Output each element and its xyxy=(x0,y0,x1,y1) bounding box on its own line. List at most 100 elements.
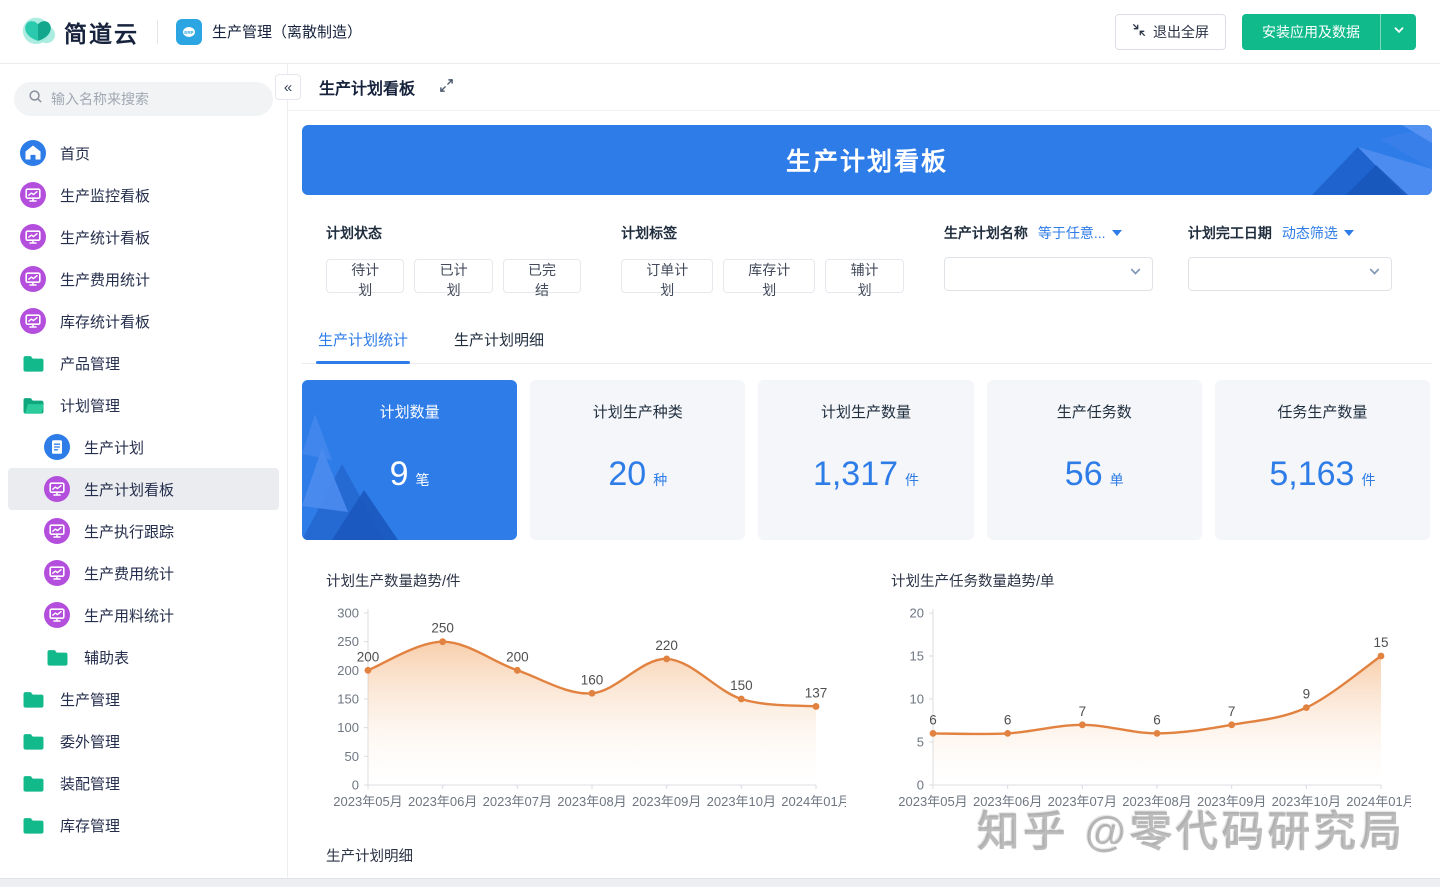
finish-date-select[interactable] xyxy=(1188,257,1392,291)
area-chart-plan-qty: 0501001502002503002023年05月2023年06月2023年0… xyxy=(326,600,867,823)
svg-text:300: 300 xyxy=(337,606,359,621)
date-filter-mode-link[interactable]: 动态筛选 xyxy=(1282,223,1354,243)
bottom-edge-strip xyxy=(0,878,1440,887)
svg-text:2024年01月: 2024年01月 xyxy=(781,794,846,809)
folder-icon xyxy=(20,770,46,796)
svg-text:7: 7 xyxy=(1228,704,1236,719)
dashboard-icon xyxy=(44,476,70,502)
tab-bar: 生产计划统计生产计划明细 xyxy=(302,319,1432,364)
install-app-button[interactable]: 安装应用及数据 xyxy=(1242,14,1380,50)
filter-group-status: 计划状态 待计划已计划已完结 xyxy=(326,223,581,293)
chart-title: 计划生产任务数量趋势/单 xyxy=(891,570,1432,591)
svg-text:15: 15 xyxy=(910,649,924,664)
exit-fullscreen-button[interactable]: 退出全屏 xyxy=(1115,14,1226,50)
sidebar-item-16[interactable]: 库存管理 xyxy=(8,804,279,846)
svg-text:160: 160 xyxy=(581,672,604,687)
svg-text:20: 20 xyxy=(910,606,924,621)
dashboard-icon xyxy=(20,224,46,250)
sidebar-item-14[interactable]: 委外管理 xyxy=(8,720,279,762)
svg-text:200: 200 xyxy=(337,663,359,678)
svg-text:2023年06月: 2023年06月 xyxy=(408,794,477,809)
breadcrumb: « 生产计划看板 xyxy=(288,64,1440,111)
header-divider xyxy=(157,20,158,44)
dashboard-icon xyxy=(44,602,70,628)
tab-1[interactable]: 生产计划明细 xyxy=(452,319,546,363)
chevron-down-icon xyxy=(1368,265,1381,283)
sidebar-item-13[interactable]: 生产管理 xyxy=(8,678,279,720)
fullscreen-expand-button[interactable] xyxy=(439,78,454,96)
dashboard-icon xyxy=(20,308,46,334)
sidebar-item-5[interactable]: 产品管理 xyxy=(8,342,279,384)
sidebar-item-8[interactable]: 生产计划看板 xyxy=(8,468,279,510)
sidebar-item-3[interactable]: 生产费用统计 xyxy=(8,258,279,300)
brand-logo[interactable]: 简道云 xyxy=(20,11,139,52)
svg-text:2023年05月: 2023年05月 xyxy=(333,794,402,809)
svg-text:2023年07月: 2023年07月 xyxy=(483,794,552,809)
svg-text:150: 150 xyxy=(730,678,753,693)
stat-card-value: 56 xyxy=(1065,455,1103,493)
svg-text:50: 50 xyxy=(345,749,359,764)
folder-icon xyxy=(20,686,46,712)
svg-text:2023年07月: 2023年07月 xyxy=(1048,794,1117,809)
filter-label: 计划状态 xyxy=(326,223,581,243)
jiandaoyun-leaf-logo-icon xyxy=(20,11,56,52)
svg-text:2023年09月: 2023年09月 xyxy=(1197,794,1266,809)
svg-text:0: 0 xyxy=(352,778,359,793)
plan-name-select[interactable] xyxy=(944,257,1153,291)
sidebar-search[interactable] xyxy=(14,82,273,116)
sidebar-item-9[interactable]: 生产执行跟踪 xyxy=(8,510,279,552)
folder-icon xyxy=(44,644,70,670)
svg-text:6: 6 xyxy=(929,712,937,727)
sidebar-item-1[interactable]: 生产监控看板 xyxy=(8,174,279,216)
dashboard-content: 生产计划看板 计划状态 待计划已计划已完结 计划标签 订单计划库存计划辅计划 生… xyxy=(288,111,1440,878)
stat-card-3[interactable]: 生产任务数 56单 xyxy=(987,380,1202,540)
sidebar-item-2[interactable]: 生产统计看板 xyxy=(8,216,279,258)
stat-card-2[interactable]: 计划生产数量 1,317件 xyxy=(758,380,973,540)
chevron-down-icon xyxy=(1129,265,1142,283)
sidebar-collapse-button[interactable]: « xyxy=(275,74,301,100)
stat-card-0[interactable]: 计划数量 9笔 xyxy=(302,380,517,540)
filter-group-plan-name: 生产计划名称 等于任意... xyxy=(944,223,1153,291)
filter-option-button[interactable]: 库存计划 xyxy=(723,259,815,293)
app-icon: ERP xyxy=(176,19,202,45)
filter-option-button[interactable]: 订单计划 xyxy=(621,259,713,293)
chevron-down-icon xyxy=(1393,23,1405,41)
svg-text:2023年08月: 2023年08月 xyxy=(1122,794,1191,809)
folder-icon xyxy=(20,350,46,376)
dashboard-icon xyxy=(44,518,70,544)
filter-label: 计划完工日期 xyxy=(1188,223,1272,243)
svg-text:7: 7 xyxy=(1079,704,1087,719)
sidebar: 首页 生产监控看板 生产统计看板 生产费用统计 库存统计看板 产品管理 计划管理… xyxy=(0,64,288,878)
sidebar-item-6[interactable]: 计划管理 xyxy=(8,384,279,426)
stat-card-4[interactable]: 任务生产数量 5,163件 xyxy=(1215,380,1430,540)
search-input[interactable] xyxy=(51,91,259,107)
filter-label: 生产计划名称 xyxy=(944,223,1028,243)
stat-card-label: 生产任务数 xyxy=(987,401,1202,422)
filter-option-button[interactable]: 辅计划 xyxy=(825,259,904,293)
svg-text:15: 15 xyxy=(1373,635,1388,650)
filter-option-button[interactable]: 待计划 xyxy=(326,259,404,293)
filter-option-button[interactable]: 已计划 xyxy=(414,259,492,293)
sidebar-item-7[interactable]: 生产计划 xyxy=(8,426,279,468)
svg-text:6: 6 xyxy=(1004,712,1012,727)
tab-0[interactable]: 生产计划统计 xyxy=(316,319,410,363)
plan-name-operator-link[interactable]: 等于任意... xyxy=(1038,223,1122,243)
stat-card-value: 5,163 xyxy=(1269,455,1354,493)
stat-card-value: 9 xyxy=(390,455,409,493)
filter-option-button[interactable]: 已完结 xyxy=(503,259,581,293)
sidebar-item-15[interactable]: 装配管理 xyxy=(8,762,279,804)
svg-text:5: 5 xyxy=(917,735,924,750)
stat-card-1[interactable]: 计划生产种类 20种 xyxy=(530,380,745,540)
svg-text:2024年01月: 2024年01月 xyxy=(1346,794,1411,809)
sidebar-item-11[interactable]: 生产用料统计 xyxy=(8,594,279,636)
sidebar-item-0[interactable]: 首页 xyxy=(8,132,279,174)
svg-text:2023年05月: 2023年05月 xyxy=(898,794,967,809)
sidebar-item-12[interactable]: 辅助表 xyxy=(8,636,279,678)
expand-icon xyxy=(439,78,454,96)
app-window: 简道云 ERP 生产管理（离散制造） 退出全屏 xyxy=(0,0,1440,887)
app-title: 生产管理（离散制造） xyxy=(212,21,362,42)
sidebar-item-4[interactable]: 库存统计看板 xyxy=(8,300,279,342)
stat-card-row: 计划数量 9笔 计划生产种类 20种 计划生产数量 1,317件 生产任务数 5… xyxy=(302,380,1432,540)
sidebar-item-10[interactable]: 生产费用统计 xyxy=(8,552,279,594)
install-app-dropdown-button[interactable] xyxy=(1380,14,1416,50)
